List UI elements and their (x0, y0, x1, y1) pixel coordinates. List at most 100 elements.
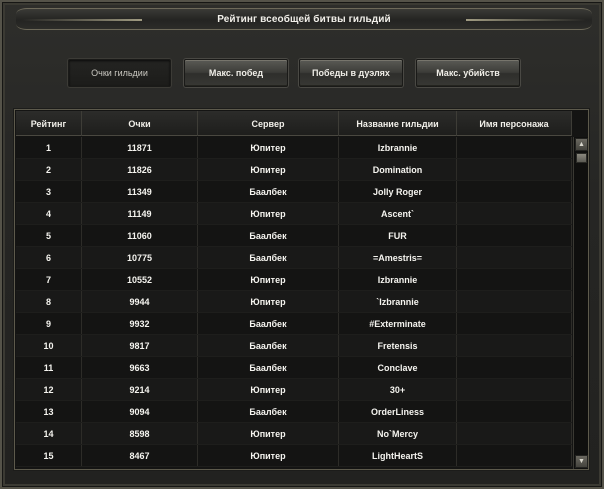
table-scrollbar[interactable]: ▲ ▼ (573, 137, 588, 469)
table-row[interactable]: 9 9932 Баалбек #Exterminate (16, 313, 572, 335)
cell-rank: 12 (16, 379, 82, 400)
ranking-table: Рейтинг Очки Сервер Название гильдии Имя… (14, 109, 589, 470)
cell-server: Юпитер (198, 379, 339, 400)
cell-points: 10775 (82, 247, 198, 268)
cell-server: Баалбек (198, 401, 339, 422)
cell-character-name (457, 423, 572, 444)
cell-guild-name: Fretensis (339, 335, 457, 356)
title-ornament-right (466, 19, 586, 21)
cell-rank: 9 (16, 313, 82, 334)
cell-points: 11060 (82, 225, 198, 246)
guild-ranking-window: Рейтинг всеобщей битвы гильдий Очки гиль… (0, 0, 604, 489)
table-row[interactable]: 13 9094 Баалбек OrderLiness (16, 401, 572, 423)
table-row[interactable]: 15 8467 Юпитер LightHeartS (16, 445, 572, 467)
table-row[interactable]: 14 8598 Юпитер No`Mercy (16, 423, 572, 445)
cell-character-name (457, 379, 572, 400)
cell-points: 9094 (82, 401, 198, 422)
cell-guild-name: Izbrannie (339, 269, 457, 290)
cell-character-name (457, 269, 572, 290)
cell-character-name (457, 159, 572, 180)
scrollbar-thumb[interactable] (576, 153, 587, 163)
header-points[interactable]: Очки (82, 111, 198, 136)
cell-points: 10552 (82, 269, 198, 290)
table-row[interactable]: 2 11826 Юпитер Domination (16, 159, 572, 181)
cell-server: Юпитер (198, 269, 339, 290)
header-rank[interactable]: Рейтинг (16, 111, 82, 136)
cell-guild-name: Conclave (339, 357, 457, 378)
cell-server: Юпитер (198, 159, 339, 180)
table-row[interactable]: 11 9663 Баалбек Conclave (16, 357, 572, 379)
table-row[interactable]: 6 10775 Баалбек =Amestris= (16, 247, 572, 269)
header-guild-name[interactable]: Название гильдии (339, 111, 457, 136)
table-row[interactable]: 5 11060 Баалбек FUR (16, 225, 572, 247)
table-row[interactable]: 3 11349 Баалбек Jolly Roger (16, 181, 572, 203)
cell-character-name (457, 313, 572, 334)
cell-character-name (457, 203, 572, 224)
title-bar: Рейтинг всеобщей битвы гильдий (16, 8, 592, 30)
cell-guild-name: Ascent` (339, 203, 457, 224)
tab-max-wins[interactable]: Макс. побед (184, 59, 288, 87)
cell-server: Баалбек (198, 357, 339, 378)
cell-server: Юпитер (198, 291, 339, 312)
window-title: Рейтинг всеобщей битвы гильдий (217, 14, 391, 25)
scroll-up-icon[interactable]: ▲ (575, 138, 588, 151)
table-row[interactable]: 7 10552 Юпитер Izbrannie (16, 269, 572, 291)
cell-server: Юпитер (198, 137, 339, 158)
header-server[interactable]: Сервер (198, 111, 339, 136)
cell-points: 8467 (82, 445, 198, 466)
cell-guild-name: FUR (339, 225, 457, 246)
cell-points: 8598 (82, 423, 198, 444)
cell-points: 9944 (82, 291, 198, 312)
cell-guild-name: Domination (339, 159, 457, 180)
cell-character-name (457, 225, 572, 246)
cell-character-name (457, 401, 572, 422)
cell-character-name (457, 291, 572, 312)
cell-points: 9817 (82, 335, 198, 356)
cell-rank: 4 (16, 203, 82, 224)
table-row[interactable]: 8 9944 Юпитер `Izbrannie (16, 291, 572, 313)
cell-guild-name: LightHeartS (339, 445, 457, 466)
cell-guild-name: Jolly Roger (339, 181, 457, 202)
cell-rank: 2 (16, 159, 82, 180)
cell-points: 11826 (82, 159, 198, 180)
cell-points: 11871 (82, 137, 198, 158)
tab-max-kills[interactable]: Макс. убийств (416, 59, 520, 87)
title-ornament-left (22, 19, 142, 21)
cell-server: Юпитер (198, 203, 339, 224)
tab-guild-points[interactable]: Очки гильдии (68, 59, 171, 87)
cell-character-name (457, 247, 572, 268)
cell-points: 11149 (82, 203, 198, 224)
cell-rank: 8 (16, 291, 82, 312)
cell-rank: 13 (16, 401, 82, 422)
cell-points: 9214 (82, 379, 198, 400)
cell-guild-name: #Exterminate (339, 313, 457, 334)
tab-duel-wins[interactable]: Победы в дуэлях (299, 59, 403, 87)
cell-rank: 3 (16, 181, 82, 202)
table-row[interactable]: 4 11149 Юпитер Ascent` (16, 203, 572, 225)
cell-rank: 15 (16, 445, 82, 466)
cell-rank: 14 (16, 423, 82, 444)
cell-server: Баалбек (198, 335, 339, 356)
table-row[interactable]: 1 11871 Юпитер Izbrannie (16, 137, 572, 159)
header-character-name[interactable]: Имя персонажа (457, 111, 572, 136)
cell-server: Юпитер (198, 445, 339, 466)
cell-guild-name: Izbrannie (339, 137, 457, 158)
cell-guild-name: `Izbrannie (339, 291, 457, 312)
cell-points: 11349 (82, 181, 198, 202)
cell-rank: 1 (16, 137, 82, 158)
cell-rank: 10 (16, 335, 82, 356)
table-row[interactable]: 12 9214 Юпитер 30+ (16, 379, 572, 401)
cell-character-name (457, 445, 572, 466)
cell-guild-name: No`Mercy (339, 423, 457, 444)
cell-server: Баалбек (198, 225, 339, 246)
cell-character-name (457, 357, 572, 378)
table-row[interactable]: 10 9817 Баалбек Fretensis (16, 335, 572, 357)
cell-points: 9932 (82, 313, 198, 334)
cell-rank: 6 (16, 247, 82, 268)
cell-rank: 11 (16, 357, 82, 378)
table-header: Рейтинг Очки Сервер Название гильдии Имя… (16, 111, 572, 136)
cell-character-name (457, 335, 572, 356)
scroll-down-icon[interactable]: ▼ (575, 455, 588, 468)
cell-guild-name: =Amestris= (339, 247, 457, 268)
cell-server: Юпитер (198, 423, 339, 444)
